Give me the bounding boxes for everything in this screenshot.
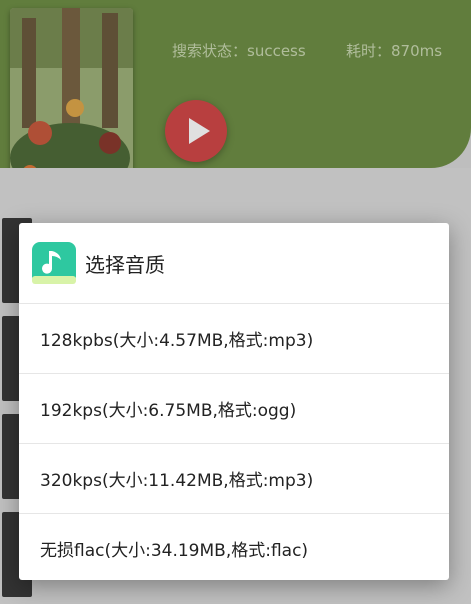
quality-select-dialog: 选择音质 128kpbs(大小:4.57MB,格式:mp3) 192kps(大小… bbox=[19, 223, 449, 580]
quality-option-flac[interactable]: 无损flac(大小:34.19MB,格式:flac) bbox=[19, 514, 449, 580]
dialog-title: 选择音质 bbox=[85, 252, 165, 277]
music-note-icon bbox=[32, 242, 76, 284]
dialog-header: 选择音质 bbox=[19, 223, 449, 304]
quality-option-320k[interactable]: 320kps(大小:11.42MB,格式:mp3) bbox=[19, 444, 449, 514]
quality-option-192k[interactable]: 192kps(大小:6.75MB,格式:ogg) bbox=[19, 374, 449, 444]
quality-option-128k[interactable]: 128kpbs(大小:4.57MB,格式:mp3) bbox=[19, 304, 449, 374]
